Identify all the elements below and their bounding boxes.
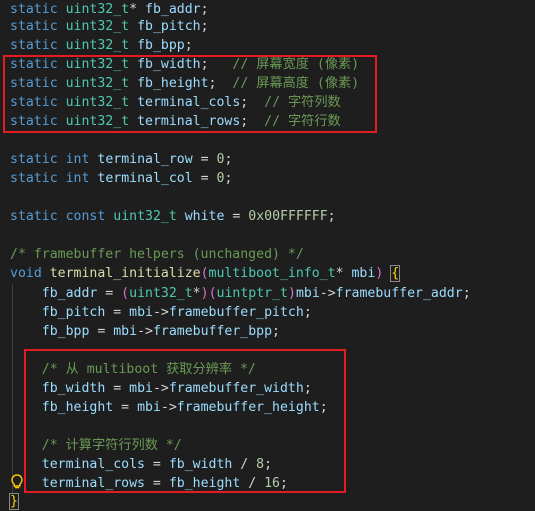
variable-name: terminal_col xyxy=(97,171,193,186)
close-paren: ) xyxy=(287,286,296,301)
code-line-17[interactable]: fb_pitch = mbi->framebuffer_pitch; xyxy=(10,303,312,322)
open-paren: ( xyxy=(208,286,217,301)
keyword-const: const xyxy=(65,209,106,224)
type-name: int xyxy=(65,152,90,167)
block-comment: /* framebuffer helpers (unchanged) */ xyxy=(10,247,304,262)
keyword: static xyxy=(10,2,58,17)
semicolon: ; xyxy=(462,286,471,301)
semicolon: ; xyxy=(200,2,209,17)
type-name: int xyxy=(65,171,90,186)
field-name: framebuffer_bpp xyxy=(152,324,273,339)
semicolon: ; xyxy=(224,171,233,186)
code-line-18[interactable]: fb_bpp = mbi->framebuffer_bpp; xyxy=(10,322,280,341)
type-name: uint32_t xyxy=(113,209,177,224)
open-brace: { xyxy=(390,265,401,282)
pointer-star: * xyxy=(192,286,201,301)
type-name: uint32_t xyxy=(129,286,193,301)
semicolon: ; xyxy=(327,209,336,224)
semicolon: ; xyxy=(303,305,312,320)
object-name: mbi xyxy=(113,324,138,339)
parameter-name: mbi xyxy=(351,266,376,281)
code-line-10[interactable]: static int terminal_col = 0; xyxy=(10,169,232,188)
semicolon: ; xyxy=(224,152,233,167)
variable-name: fb_addr xyxy=(41,286,98,301)
close-paren: ) xyxy=(375,266,384,281)
object-name: mbi xyxy=(129,305,153,320)
arrow-operator: -> xyxy=(137,324,153,339)
code-line-12[interactable]: static const uint32_t white = 0x00FFFFFF… xyxy=(10,207,336,226)
keyword: void xyxy=(10,266,42,281)
lightbulb-icon[interactable] xyxy=(11,474,23,490)
assign-operator: = xyxy=(97,286,122,301)
open-paren: ( xyxy=(121,286,130,301)
assign-operator: = xyxy=(105,305,130,320)
highlight-box-declarations xyxy=(3,55,377,133)
assign-operator: = xyxy=(192,152,217,167)
close-brace: } xyxy=(9,493,19,510)
arrow-operator: -> xyxy=(152,305,169,320)
type-name: uint32_t xyxy=(65,19,130,34)
variable-name: fb_bpp xyxy=(41,324,90,339)
code-line-3[interactable]: static uint32_t fb_bpp; xyxy=(10,36,193,55)
keyword: static xyxy=(10,38,58,53)
keyword: static xyxy=(10,171,58,186)
close-paren: ) xyxy=(200,286,209,301)
semicolon: ; xyxy=(200,19,209,34)
code-editor[interactable]: static uint32_t* fb_addr; static uint32_… xyxy=(0,0,535,511)
assign-operator: = xyxy=(89,324,114,339)
type-name: uint32_t xyxy=(65,2,130,17)
variable-name: terminal_row xyxy=(97,152,193,167)
pointer-star: * xyxy=(129,2,138,17)
highlight-box-initialization xyxy=(24,349,346,493)
arrow-operator: -> xyxy=(319,286,336,301)
keyword: static xyxy=(10,19,58,34)
assign-operator: = xyxy=(224,209,249,224)
semicolon: ; xyxy=(272,324,280,339)
code-line-16[interactable]: fb_addr = (uint32_t*)(uintptr_t)mbi->fra… xyxy=(10,284,471,303)
field-name: framebuffer_addr xyxy=(335,286,463,301)
code-line-9[interactable]: static int terminal_row = 0; xyxy=(10,150,232,169)
pointer-star: * xyxy=(335,266,344,281)
type-name: uintptr_t xyxy=(216,286,288,301)
code-line-2[interactable]: static uint32_t fb_pitch; xyxy=(10,17,209,36)
object-name: mbi xyxy=(295,286,320,301)
variable-name: fb_bpp xyxy=(137,38,185,53)
code-line-15[interactable]: void terminal_initialize(multiboot_info_… xyxy=(10,264,401,283)
open-paren: ( xyxy=(200,266,209,281)
lightbulb-icon xyxy=(11,474,23,489)
function-name: terminal_initialize xyxy=(49,266,201,281)
assign-operator: = xyxy=(192,171,217,186)
code-line-14[interactable]: /* framebuffer helpers (unchanged) */ xyxy=(10,245,304,264)
type-name: uint32_t xyxy=(65,38,130,53)
field-name: framebuffer_pitch xyxy=(168,305,304,320)
variable-name: fb_pitch xyxy=(41,305,106,320)
variable-name: fb_pitch xyxy=(137,19,201,34)
semicolon: ; xyxy=(184,38,193,53)
keyword: static xyxy=(10,152,58,167)
keyword: static xyxy=(10,209,58,224)
type-name: multiboot_info_t xyxy=(208,266,336,281)
variable-name: white xyxy=(184,209,225,224)
variable-name: fb_addr xyxy=(145,2,201,17)
number-literal: 0x00FFFFFF xyxy=(248,209,328,224)
code-line-27[interactable]: } xyxy=(9,492,19,511)
